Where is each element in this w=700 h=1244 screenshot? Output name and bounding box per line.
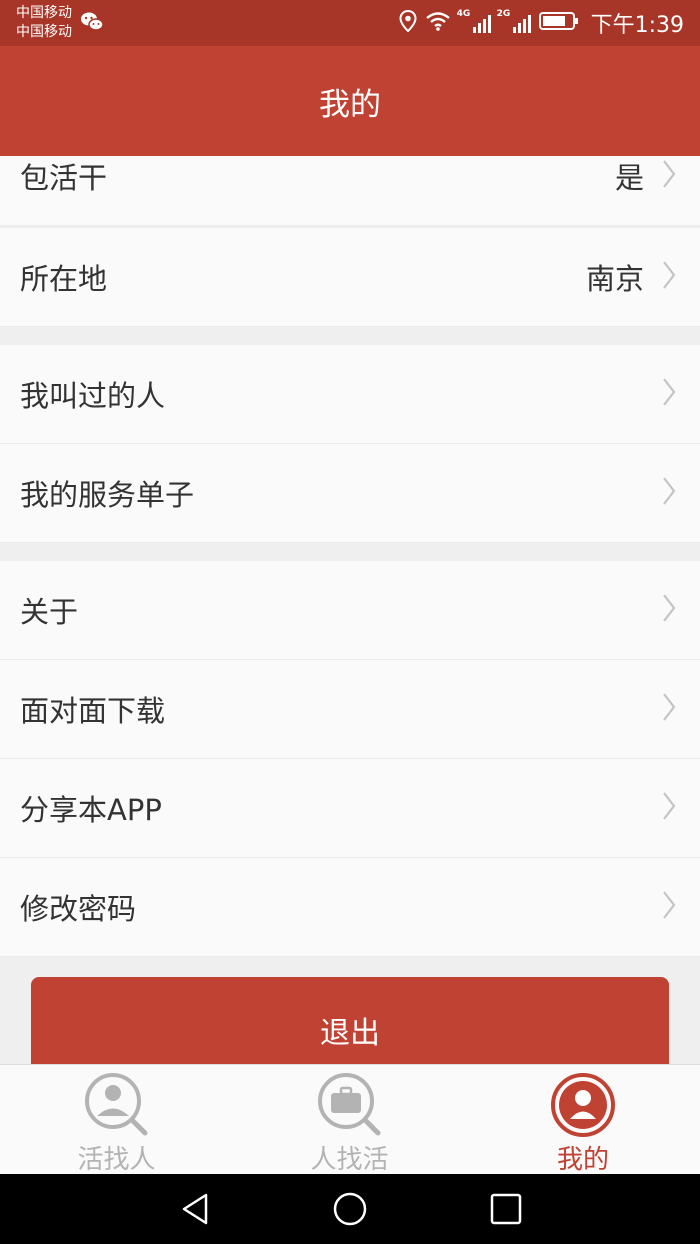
back-icon[interactable]	[178, 1192, 212, 1230]
network-type-2: 2G	[496, 9, 511, 19]
tab-label: 我的	[556, 1145, 609, 1175]
carrier-2: 中国移动	[16, 24, 72, 40]
carrier-info: 中国移动 中国移动	[16, 4, 72, 42]
tab-label: 人找活	[310, 1145, 389, 1175]
tab-find-work[interactable]: 人找活	[233, 1065, 466, 1175]
tab-find-people[interactable]: 活找人	[0, 1065, 233, 1175]
setting-label: 面对面下载	[20, 694, 166, 728]
setting-row-share-app[interactable]: 分享本APP	[0, 759, 700, 858]
setting-label: 修改密码	[20, 892, 137, 926]
setting-label: 分享本APP	[20, 793, 162, 827]
settings-list[interactable]: 包活干 是 所在地 南京 我叫过的人 我的服务单子 关于 面对面下载 分享本AP…	[0, 156, 700, 1064]
chevron-right-icon	[662, 593, 676, 627]
profile-icon	[551, 1073, 615, 1137]
setting-row-contract-work[interactable]: 包活干 是	[0, 156, 700, 226]
home-icon[interactable]	[333, 1192, 367, 1230]
recents-icon[interactable]	[489, 1192, 523, 1230]
tab-mine[interactable]: 我的	[466, 1065, 700, 1175]
setting-label: 我的服务单子	[20, 478, 195, 512]
setting-row-location[interactable]: 所在地 南京	[0, 228, 700, 327]
person-search-icon	[84, 1073, 147, 1136]
chevron-right-icon	[662, 791, 676, 825]
chevron-right-icon	[662, 692, 676, 726]
logout-button-label: 退出	[320, 1016, 380, 1051]
wechat-icon	[80, 11, 104, 37]
clock: 下午1:39	[590, 13, 684, 38]
briefcase-search-icon	[317, 1073, 380, 1136]
battery-icon	[538, 11, 579, 35]
location-icon	[399, 9, 417, 36]
chevron-right-icon	[662, 476, 676, 510]
chevron-right-icon	[662, 260, 676, 294]
setting-row-change-password[interactable]: 修改密码	[0, 858, 700, 957]
setting-label: 包活干	[20, 161, 108, 195]
title-bar: 我的	[0, 46, 700, 156]
setting-label: 关于	[20, 595, 79, 629]
network-type-1: 4G	[456, 9, 471, 19]
setting-label: 所在地	[20, 262, 108, 296]
setting-row-people-called[interactable]: 我叫过的人	[0, 345, 700, 444]
status-bar: 中国移动 中国移动 4G 2G 下午1:39	[0, 0, 700, 46]
tab-label: 活找人	[77, 1145, 156, 1175]
chevron-right-icon	[662, 890, 676, 924]
signal-icon: 4G	[457, 9, 491, 33]
setting-value: 是	[614, 161, 644, 195]
signal-icon-2: 2G	[497, 9, 531, 33]
setting-row-about[interactable]: 关于	[0, 561, 700, 660]
logout-button[interactable]: 退出	[31, 977, 669, 1064]
setting-label: 我叫过的人	[20, 379, 166, 413]
system-navigation-bar	[0, 1174, 700, 1244]
setting-row-service-orders[interactable]: 我的服务单子	[0, 444, 700, 543]
page-title: 我的	[319, 86, 381, 123]
bottom-tab-bar: 活找人 人找活 我的	[0, 1064, 700, 1175]
chevron-right-icon	[662, 159, 676, 193]
carrier-1: 中国移动	[16, 5, 72, 21]
setting-row-face-download[interactable]: 面对面下载	[0, 660, 700, 759]
setting-value: 南京	[585, 262, 644, 296]
chevron-right-icon	[662, 377, 676, 411]
wifi-icon	[425, 11, 451, 35]
